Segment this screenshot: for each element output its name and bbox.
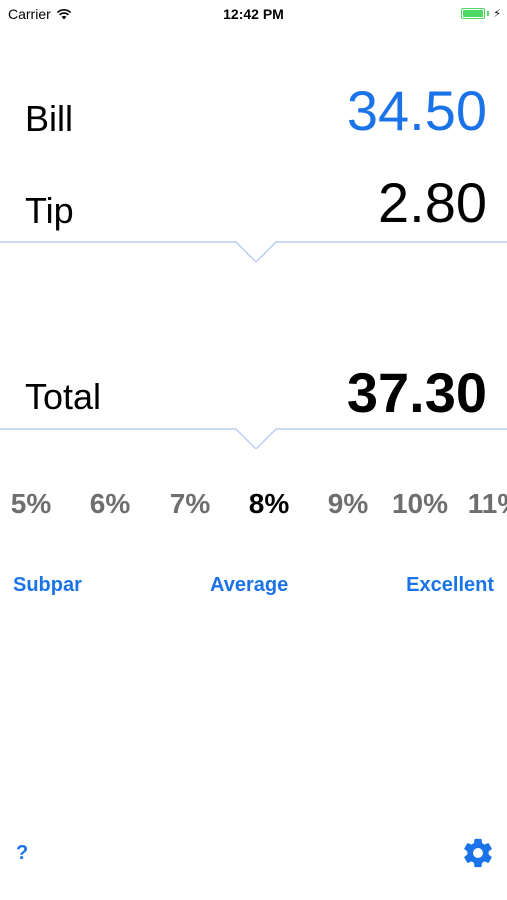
bill-amount-input[interactable]: 34.50 [347,78,487,143]
tip-percent-option[interactable]: 5% [0,488,66,520]
tip-percent-option[interactable]: 9% [313,488,383,520]
tip-percent-option[interactable]: 7% [155,488,225,520]
battery-indicator: ⚡ [461,7,501,20]
status-time: 12:42 PM [223,6,284,22]
section-divider [0,241,507,262]
total-amount: 37.30 [346,361,487,424]
help-button[interactable]: ? [16,842,28,865]
section-divider [0,428,507,449]
rating-subpar-button[interactable]: Subpar [13,574,82,597]
rating-excellent-button[interactable]: Excellent [406,574,494,597]
gear-icon[interactable] [461,836,495,870]
bill-label: Bill [25,98,74,139]
tip-amount: 2.80 [378,171,487,234]
tip-percent-option[interactable]: 10% [385,488,455,520]
tip-percent-option[interactable]: 6% [75,488,145,520]
tip-percent-option-selected[interactable]: 8% [234,488,304,520]
battery-nub [487,11,490,16]
status-bar: Carrier 12:42 PM ⚡ [0,0,507,28]
rating-average-button[interactable]: Average [210,574,288,597]
tip-label: Tip [25,190,74,231]
total-label: Total [25,376,102,417]
tip-percent-option[interactable]: 11% [460,488,507,520]
battery-icon [461,8,486,19]
charging-bolt-icon: ⚡ [493,8,501,20]
tip-percentage-picker[interactable]: 5% 6% 7% 8% 9% 10% 11% [0,488,507,524]
